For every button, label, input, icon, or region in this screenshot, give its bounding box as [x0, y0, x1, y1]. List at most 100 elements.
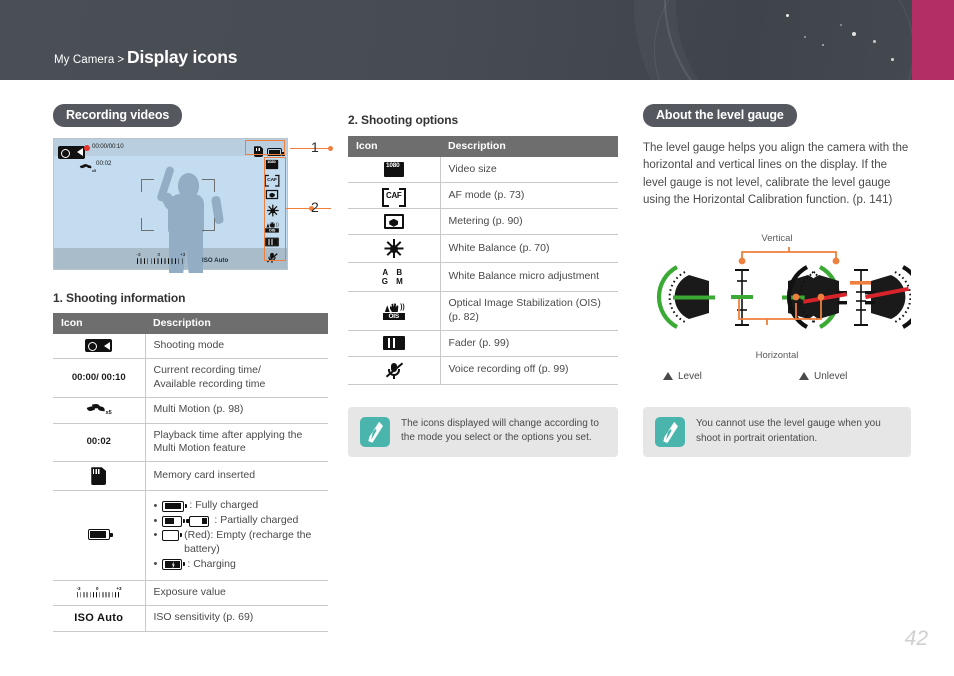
note-text: You cannot use the level gauge when you …: [696, 418, 881, 444]
battery-charging-label: : Charging: [187, 557, 236, 570]
battery-full-label: : Fully charged: [189, 499, 259, 512]
header-sparkle: [840, 24, 842, 26]
connector-dot: [738, 257, 746, 265]
icons-note-box: The icons displayed will change accordin…: [348, 406, 618, 457]
header-sparkle: [852, 32, 856, 36]
video-size-icon: 1080: [383, 162, 404, 177]
page-number: 42: [904, 627, 928, 650]
row-icon-cell: 1080: [348, 157, 441, 184]
left-column: Recording videos 00:00/00:10 x5 00:02 -3…: [53, 104, 333, 632]
row-description: ISO sensitivity (p. 69): [145, 605, 328, 632]
level-gauge-svg: [656, 247, 911, 329]
level-gauge-diagram: Vertical Horizontal Level Unlevel: [643, 233, 911, 393]
battery-full-icon: [162, 500, 188, 512]
battery-icon: [87, 529, 113, 541]
connector-dot: [832, 257, 840, 265]
ev-minus-label: -3: [136, 252, 141, 258]
legend-unlevel: Unlevel: [777, 371, 911, 382]
ois-icon: )) OIS: [382, 303, 405, 321]
preview-record-indicator-icon: [84, 144, 90, 151]
metering-icon: [383, 214, 404, 230]
row-icon-cell: [53, 490, 146, 581]
voice-recording-off-icon: [385, 362, 403, 379]
table-row: )) OIS Optical Image Stabilization (OIS) …: [348, 291, 618, 332]
exposure-value-icon: -3 0 +3: [76, 586, 121, 597]
bullet: •: [153, 499, 158, 512]
white-balance-icon: [384, 239, 404, 259]
gauge-unlevel-mirror: [865, 265, 911, 329]
note-quill-icon: [655, 417, 685, 447]
row-description: Exposure value: [145, 580, 328, 606]
row-description: Memory card inserted: [145, 461, 328, 492]
table-row: CAF AF mode (p. 73): [348, 182, 618, 210]
row-description: Video size: [440, 157, 618, 184]
af-mode-icon: CAF: [381, 188, 406, 208]
legend-level: Level: [643, 371, 777, 382]
battery-partial-icon: [162, 515, 186, 527]
column-header-description: Description: [440, 136, 618, 157]
recording-videos-heading: Recording videos: [53, 104, 183, 127]
memory-card-icon: [91, 467, 107, 486]
row-icon-cell: [348, 234, 441, 264]
fader-icon: [382, 336, 405, 351]
row-icon-cell: [348, 356, 441, 385]
battery-partial-icon-2: [186, 515, 210, 527]
connector-dot: [792, 293, 800, 301]
table-row: • : Fully charged • : Partially charged …: [53, 490, 328, 581]
shooting-mode-icon: [85, 339, 113, 352]
wb-micro-adjust-icon: A BG M: [381, 268, 406, 287]
row-description: Multi Motion (p. 98): [145, 397, 328, 424]
bullet: •: [153, 528, 158, 541]
note-quill-icon: [360, 416, 390, 447]
battery-empty-icon: [162, 529, 182, 541]
callout-label-1: 1: [311, 139, 319, 155]
level-gauge-body-text: The level gauge helps you align the came…: [643, 142, 909, 206]
row-icon-cell: 00:02: [53, 423, 146, 463]
shooting-information-table: Icon Description Shooting mode 00:00/ 00…: [53, 313, 328, 632]
breadcrumb-parent[interactable]: My Camera: [54, 54, 114, 66]
table-row: 1080 Video size: [348, 157, 618, 184]
preview-iso-label: ISO Auto: [202, 257, 229, 264]
battery-charging-icon: [162, 559, 186, 571]
manual-page: My Camera > Display icons Recording videos…: [0, 0, 954, 676]
row-description: Voice recording off (p. 99): [440, 356, 618, 385]
column-header-description: Description: [145, 313, 328, 334]
header-accent-block: [912, 0, 954, 80]
row-icon-cell: -3 0 +3: [53, 580, 146, 606]
ev-plus-label: +3: [179, 252, 186, 258]
row-description: Playback time after applying the Multi M…: [145, 423, 328, 463]
table-row: Shooting mode: [53, 334, 328, 360]
row-icon-cell: 00:00/ 00:10: [53, 358, 146, 398]
shooting-options-title: 2. Shooting options: [348, 113, 459, 127]
row-icon-cell: [348, 208, 441, 236]
table-row: Voice recording off (p. 99): [348, 356, 618, 385]
header-sparkle: [786, 14, 789, 17]
shooting-options-table: Icon Description 1080 Video size CAF AF …: [348, 136, 618, 385]
table-row: White Balance (p. 70): [348, 234, 618, 264]
diagram-legend: Level Unlevel: [643, 371, 911, 382]
shooting-information-title: 1. Shooting information: [53, 291, 186, 305]
row-description: Current recording time/ Available record…: [145, 358, 328, 398]
breadcrumb-separator: >: [117, 54, 125, 66]
row-icon-cell: [53, 334, 146, 360]
row-description: Fader (p. 99): [440, 330, 618, 357]
table-row: 00:02 Playback time after applying the M…: [53, 423, 328, 463]
gauge-level-horizontal: [656, 265, 715, 329]
page-title: Display icons: [127, 47, 238, 67]
bullet: •: [153, 514, 158, 527]
table-row: -3 0 +3 Exposure value: [53, 580, 328, 606]
preview-af-frame: [141, 179, 215, 231]
table-row: A BG M White Balance micro adjustment: [348, 262, 618, 293]
level-gauge-heading: About the level gauge: [643, 104, 797, 127]
row-description: Shooting mode: [145, 334, 328, 360]
right-column: About the level gauge The level gauge he…: [643, 104, 911, 457]
row-icon-cell: [53, 461, 146, 492]
row-description: White Balance (p. 70): [440, 234, 618, 264]
row-icon-cell: CAF: [348, 182, 441, 210]
callout-highlight-2: [264, 157, 286, 261]
ev-zero-label: 0: [157, 252, 161, 258]
bullet: •: [153, 558, 158, 571]
row-description: AF mode (p. 73): [440, 182, 618, 210]
column-header-icon: Icon: [348, 136, 440, 157]
breadcrumb: My Camera > Display icons: [54, 47, 237, 68]
